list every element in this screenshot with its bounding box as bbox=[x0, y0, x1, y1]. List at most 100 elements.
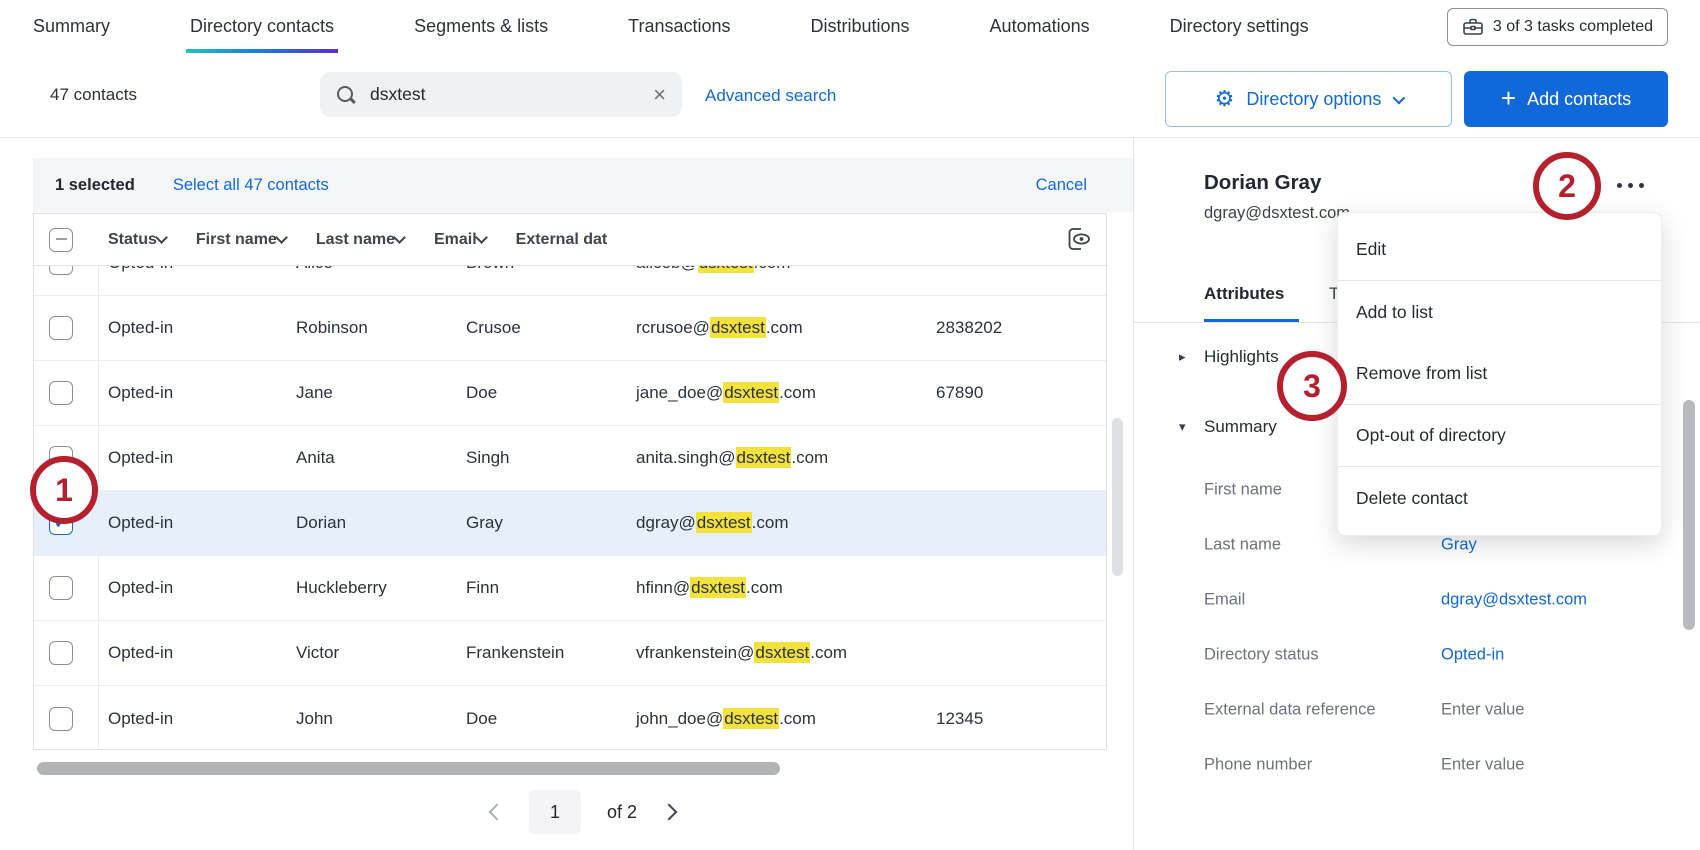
cell-first-name: John bbox=[296, 709, 466, 729]
column-header[interactable]: First name bbox=[196, 231, 316, 249]
table-horizontal-scrollbar[interactable] bbox=[37, 762, 780, 775]
contact-name-title: Dorian Gray bbox=[1204, 171, 1321, 195]
attribute-value[interactable]: dgray@dsxtest.com bbox=[1441, 590, 1587, 609]
cell-status: Opted-in bbox=[108, 383, 296, 403]
cell-email: vfrankenstein@dsxtest.com bbox=[636, 643, 936, 663]
menu-item[interactable]: Remove from list bbox=[1338, 343, 1661, 405]
search-match-highlight: dsxtest bbox=[698, 266, 754, 273]
table-row[interactable]: Opted-in Huckleberry Finn hfinn@dsxtest.… bbox=[34, 556, 1106, 621]
column-header[interactable]: Email bbox=[434, 231, 516, 249]
cell-last-name: Brown bbox=[466, 266, 636, 273]
column-header[interactable]: Status bbox=[108, 231, 196, 249]
directory-options-button[interactable]: ⚙ Directory options bbox=[1165, 71, 1452, 127]
table-vertical-scrollbar[interactable] bbox=[1112, 418, 1123, 576]
table-row[interactable]: Opted-in Robinson Crusoe rcrusoe@dsxtest… bbox=[34, 296, 1106, 361]
nav-tab[interactable]: Automations bbox=[990, 0, 1090, 53]
search-match-highlight: dsxtest bbox=[736, 447, 792, 468]
nav-tab[interactable]: Segments & lists bbox=[414, 0, 548, 53]
contact-count: 47 contacts bbox=[50, 85, 137, 105]
nav-tab[interactable]: Transactions bbox=[628, 0, 730, 53]
toolbar: 47 contacts × Advanced search ⚙ Director… bbox=[0, 53, 1700, 138]
table-row[interactable]: Opted-in Alice Brown aliceb@dsxtest.com bbox=[34, 266, 1106, 296]
row-checkbox[interactable] bbox=[49, 316, 73, 340]
menu-item[interactable]: Delete contact bbox=[1338, 467, 1661, 529]
selected-count: 1 selected bbox=[55, 176, 135, 195]
cell-last-name: Finn bbox=[466, 578, 636, 598]
attribute-row: External data reference Enter value bbox=[1134, 682, 1700, 737]
attribute-label: First name bbox=[1204, 480, 1282, 499]
main-content: 1 selected Select all 47 contacts Cancel… bbox=[0, 138, 1700, 850]
contact-actions-menu: Edit Add to list Remove from list Opt-ou… bbox=[1337, 212, 1662, 536]
cell-status: Opted-in bbox=[108, 709, 296, 729]
column-visibility-icon[interactable] bbox=[1064, 225, 1094, 255]
tab-attributes[interactable]: Attributes bbox=[1204, 284, 1284, 304]
table-row[interactable]: Opted-in Anita Singh anita.singh@dsxtest… bbox=[34, 426, 1106, 491]
next-page-icon[interactable] bbox=[661, 804, 678, 821]
cell-status: Opted-in bbox=[108, 318, 296, 338]
cell-first-name: Victor bbox=[296, 643, 466, 663]
attribute-value[interactable]: Gray bbox=[1441, 535, 1477, 554]
row-checkbox[interactable] bbox=[49, 707, 73, 731]
cell-first-name: Robinson bbox=[296, 318, 466, 338]
current-page[interactable]: 1 bbox=[529, 790, 581, 834]
selection-bar: 1 selected Select all 47 contacts Cancel bbox=[33, 158, 1133, 212]
attribute-label: External data reference bbox=[1204, 700, 1376, 719]
previous-page-icon[interactable] bbox=[488, 804, 505, 821]
clear-search-icon[interactable]: × bbox=[653, 84, 666, 106]
table-row[interactable]: Opted-in Victor Frankenstein vfrankenste… bbox=[34, 621, 1106, 686]
page-count-label: of 2 bbox=[607, 802, 637, 823]
cell-first-name: Alice bbox=[296, 266, 466, 273]
column-header[interactable]: External dat bbox=[516, 231, 638, 249]
contact-email-subtitle: dgray@dsxtest.com bbox=[1204, 204, 1350, 223]
row-checkbox[interactable] bbox=[49, 576, 73, 600]
advanced-search-link[interactable]: Advanced search bbox=[705, 86, 836, 106]
row-checkbox[interactable] bbox=[49, 266, 73, 275]
sort-chevron-icon bbox=[393, 231, 406, 244]
cell-email: rcrusoe@dsxtest.com bbox=[636, 318, 936, 338]
cell-email: hfinn@dsxtest.com bbox=[636, 578, 936, 598]
search-box[interactable]: × bbox=[320, 72, 682, 117]
table-header: Status First name Last name Emai bbox=[34, 214, 1106, 266]
search-input[interactable] bbox=[370, 84, 639, 105]
search-match-highlight: dsxtest bbox=[696, 512, 752, 533]
pagination: 1 of 2 bbox=[33, 786, 1133, 838]
table-row[interactable]: Opted-in Dorian Gray dgray@dsxtest.com bbox=[34, 491, 1106, 556]
select-all-link[interactable]: Select all 47 contacts bbox=[173, 176, 329, 195]
table-row[interactable]: Opted-in John Doe john_doe@dsxtest.com 1… bbox=[34, 686, 1106, 749]
attribute-label: Last name bbox=[1204, 535, 1281, 554]
cell-last-name: Frankenstein bbox=[466, 643, 636, 663]
chevron-down-icon bbox=[1393, 91, 1406, 104]
nav-tab[interactable]: Directory contacts bbox=[190, 0, 334, 53]
add-contacts-button[interactable]: + Add contacts bbox=[1464, 71, 1668, 127]
menu-item[interactable]: Opt-out of directory bbox=[1338, 405, 1661, 467]
tasks-completed-button[interactable]: 3 of 3 tasks completed bbox=[1447, 8, 1668, 46]
attribute-row: Phone number Enter value bbox=[1134, 737, 1700, 792]
nav-tab[interactable]: Directory settings bbox=[1170, 0, 1309, 53]
cell-status: Opted-in bbox=[108, 266, 296, 273]
contacts-table: Status First name Last name Emai bbox=[33, 213, 1107, 750]
section-triangle-icon bbox=[1179, 349, 1194, 365]
menu-item[interactable]: Edit bbox=[1338, 219, 1661, 281]
select-all-checkbox[interactable] bbox=[49, 228, 73, 252]
search-match-highlight: dsxtest bbox=[723, 382, 779, 403]
tasks-completed-label: 3 of 3 tasks completed bbox=[1493, 18, 1653, 36]
table-body: Opted-in Alice Brown aliceb@dsxtest.com … bbox=[34, 266, 1106, 749]
attribute-value[interactable]: Enter value bbox=[1441, 755, 1524, 774]
cell-status: Opted-in bbox=[108, 513, 296, 533]
column-header[interactable]: Last name bbox=[316, 231, 434, 249]
row-checkbox[interactable] bbox=[49, 381, 73, 405]
section-triangle-icon bbox=[1179, 419, 1194, 435]
cell-last-name: Gray bbox=[466, 513, 636, 533]
attribute-value[interactable]: Enter value bbox=[1441, 700, 1524, 719]
cell-email: john_doe@dsxtest.com bbox=[636, 709, 936, 729]
cell-first-name: Anita bbox=[296, 448, 466, 468]
menu-item[interactable]: Add to list bbox=[1338, 281, 1661, 343]
more-actions-icon[interactable] bbox=[1617, 174, 1661, 196]
cancel-selection-link[interactable]: Cancel bbox=[1036, 176, 1087, 195]
row-checkbox[interactable] bbox=[49, 641, 73, 665]
panel-vertical-scrollbar[interactable] bbox=[1683, 400, 1695, 630]
attribute-value[interactable]: Opted-in bbox=[1441, 645, 1504, 664]
nav-tab[interactable]: Summary bbox=[33, 0, 110, 53]
nav-tab[interactable]: Distributions bbox=[811, 0, 910, 53]
table-row[interactable]: Opted-in Jane Doe jane_doe@dsxtest.com 6… bbox=[34, 361, 1106, 426]
